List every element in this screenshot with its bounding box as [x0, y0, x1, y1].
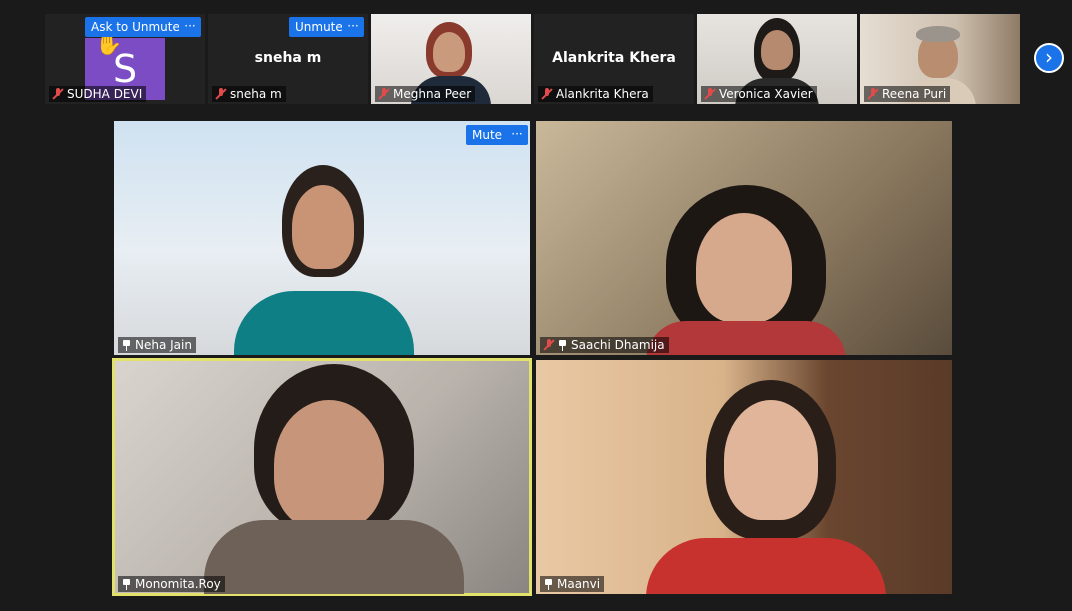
- participant-display-name: Alankrita Khera: [552, 50, 676, 66]
- more-options-button[interactable]: ···: [506, 125, 528, 145]
- participant-name-label: Maanvi: [540, 576, 605, 592]
- video-feed-body: [204, 520, 464, 594]
- video-feed-face: [274, 400, 384, 530]
- pin-icon: [122, 578, 131, 590]
- participant-tile-sudha-devi[interactable]: S ✋ Ask to Unmute ··· SUDHA DEVI: [45, 14, 205, 104]
- participant-tile-sneha-m[interactable]: sneha m Unmute ··· sneha m: [208, 14, 368, 104]
- participant-name-label: SUDHA DEVI: [49, 86, 147, 102]
- participant-name: Monomita.Roy: [135, 577, 221, 591]
- participant-name: Alankrita Khera: [556, 87, 649, 101]
- participant-name-label: Saachi Dhamija: [540, 337, 669, 353]
- unmute-button[interactable]: Unmute: [289, 17, 349, 37]
- mic-muted-icon: [379, 88, 389, 100]
- participant-name-label: Veronica Xavier: [701, 86, 817, 102]
- participant-tile-meghna-peer[interactable]: Meghna Peer: [371, 14, 531, 104]
- mic-muted-icon: [544, 339, 554, 351]
- video-feed-body: [234, 291, 414, 355]
- participant-display-name: sneha m: [254, 50, 322, 66]
- participant-name-label: Alankrita Khera: [538, 86, 653, 102]
- participant-name-label: Meghna Peer: [375, 86, 476, 102]
- mic-muted-icon: [216, 88, 226, 100]
- participant-tile-veronica-xavier[interactable]: Veronica Xavier: [697, 14, 857, 104]
- pin-icon: [558, 339, 567, 351]
- video-tile-saachi-dhamija[interactable]: Saachi Dhamija: [536, 121, 952, 355]
- mic-muted-icon: [53, 88, 63, 100]
- video-feed-body: [646, 538, 886, 594]
- more-options-button[interactable]: ···: [342, 17, 364, 37]
- video-feed-face: [696, 213, 792, 323]
- video-feed-hair: [916, 26, 960, 42]
- participant-tile-reena-puri[interactable]: Reena Puri: [860, 14, 1020, 104]
- video-tile-neha-jain[interactable]: Mute ··· Neha Jain: [114, 121, 530, 355]
- ask-to-unmute-button[interactable]: Ask to Unmute: [85, 17, 186, 37]
- participant-name-label: Reena Puri: [864, 86, 951, 102]
- mute-button[interactable]: Mute: [466, 125, 509, 145]
- video-tile-maanvi[interactable]: Maanvi: [536, 360, 952, 594]
- participant-name-label: sneha m: [212, 86, 286, 102]
- participant-name: Maanvi: [557, 577, 601, 591]
- participant-name: SUDHA DEVI: [67, 87, 143, 101]
- participant-tile-alankrita-khera[interactable]: Alankrita Khera Alankrita Khera: [534, 14, 694, 104]
- mic-muted-icon: [868, 88, 878, 100]
- participant-name-label: Neha Jain: [118, 337, 196, 353]
- participant-name-label: Monomita.Roy: [118, 576, 225, 592]
- pin-icon: [122, 339, 131, 351]
- participant-name: Veronica Xavier: [719, 87, 813, 101]
- video-feed-body: [646, 321, 846, 355]
- video-feed-face: [761, 30, 793, 70]
- video-tile-monomita-roy[interactable]: Monomita.Roy: [112, 358, 532, 596]
- video-feed-face: [292, 185, 354, 269]
- pin-icon: [544, 578, 553, 590]
- mic-muted-icon: [705, 88, 715, 100]
- participant-name: Meghna Peer: [393, 87, 472, 101]
- participant-name: Neha Jain: [135, 338, 192, 352]
- mic-muted-icon: [542, 88, 552, 100]
- more-options-button[interactable]: ···: [179, 17, 201, 37]
- participant-name: Saachi Dhamija: [571, 338, 665, 352]
- participant-name: sneha m: [230, 87, 282, 101]
- video-feed-face: [433, 32, 465, 72]
- next-page-button[interactable]: ›: [1034, 43, 1064, 73]
- participant-name: Reena Puri: [882, 87, 947, 101]
- video-feed-face: [724, 400, 818, 520]
